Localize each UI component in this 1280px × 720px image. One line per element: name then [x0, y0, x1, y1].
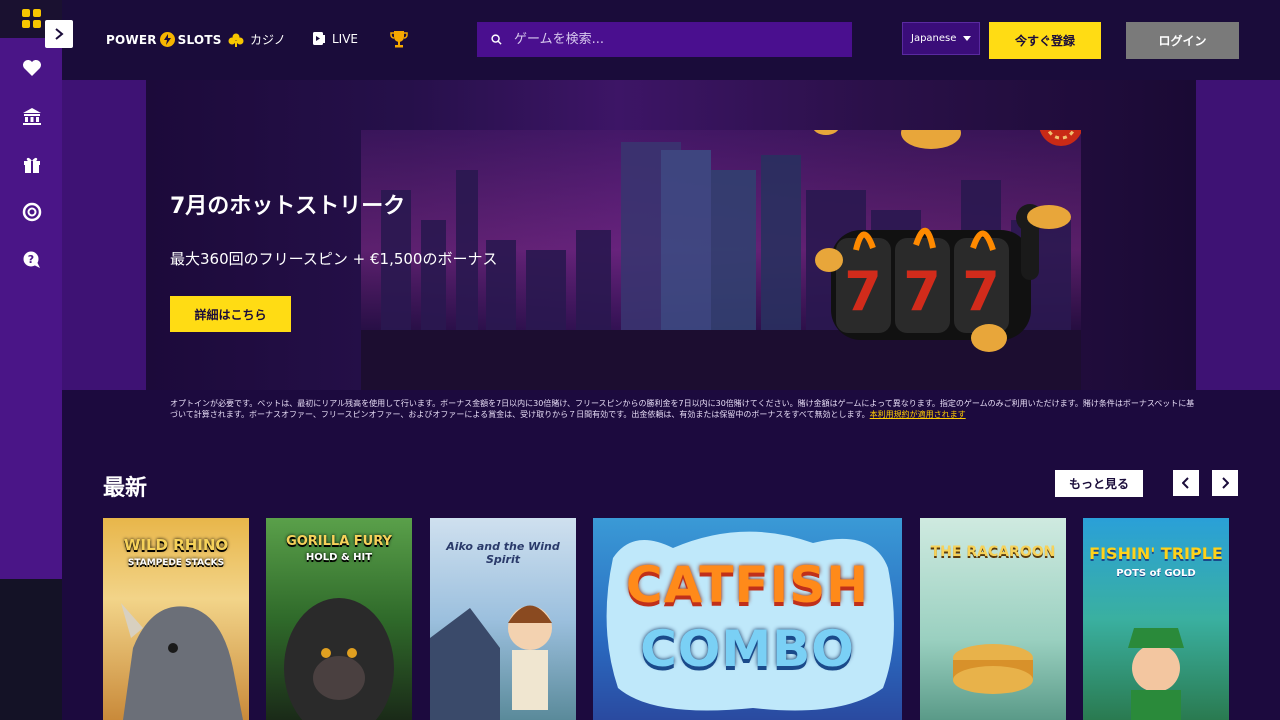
nav-live[interactable]: LIVE	[312, 31, 358, 46]
caret-down-icon	[963, 36, 971, 41]
hero-details-button[interactable]: 詳細はこちら	[170, 296, 291, 332]
language-select[interactable]: Japanese	[902, 22, 980, 55]
svg-text:?: ?	[28, 253, 34, 266]
game-tile-fishin-triple[interactable]: FISHIN' TRIPLE POTS of GOLD	[1083, 518, 1229, 720]
top-header: POWER SLOTS カジノ LIVE Japanese 今すぐ登録 ログイン	[62, 0, 1280, 80]
game-search[interactable]	[477, 22, 852, 57]
game-tile-gorilla-fury[interactable]: GORILLA FURY HOLD & HIT	[266, 518, 412, 720]
terms-link[interactable]: 本利用規約が適用されます	[870, 410, 966, 419]
target-icon[interactable]	[20, 200, 44, 224]
brand-text-right: SLOTS	[177, 32, 222, 47]
terms-text: オプトインが必要です。ベットは、最初にリアル残高を使用して行います。ボーナス金額…	[170, 399, 1195, 419]
hero-subtitle: 最大360回のフリースピン + €1,500のボーナス	[170, 250, 498, 268]
brand-logo[interactable]: POWER SLOTS	[106, 32, 222, 47]
bolt-icon	[159, 32, 175, 47]
carousel-prev-button[interactable]	[1173, 470, 1199, 496]
chevron-left-icon	[1182, 477, 1189, 489]
promo-terms: オプトインが必要です。ベットは、最初にリアル残高を使用して行います。ボーナス金額…	[170, 398, 1200, 420]
game-title: Aiko and the Wind Spirit	[446, 540, 560, 566]
bank-icon[interactable]	[20, 104, 44, 128]
sidebar-menu: ?	[0, 38, 62, 579]
nav-casino[interactable]: カジノ	[228, 31, 286, 48]
help-chat-icon[interactable]: ?	[20, 248, 44, 272]
live-cards-icon	[313, 32, 325, 45]
section-title: 最新	[103, 476, 148, 501]
sidebar-expand-button[interactable]	[45, 20, 73, 48]
game-subtitle: HOLD & HIT	[305, 552, 373, 563]
hero-side-right	[1196, 80, 1280, 390]
search-icon	[491, 34, 502, 45]
svg-text:7: 7	[844, 260, 882, 323]
gift-icon[interactable]	[20, 152, 44, 176]
game-tile-wild-rhino[interactable]: WILD RHINO STAMPEDE STACKS	[103, 518, 249, 720]
game-tile-racaroon[interactable]: THE RACAROON	[920, 518, 1066, 720]
game-title: THE RACAROON	[930, 544, 1056, 560]
nav-trophy[interactable]	[389, 29, 409, 49]
hero-side-left	[62, 80, 146, 390]
search-input[interactable]	[514, 32, 814, 47]
svg-text:7: 7	[962, 260, 1000, 323]
show-more-button[interactable]: もっと見る	[1055, 470, 1143, 497]
game-subtitle: COMBO	[640, 620, 855, 678]
game-title: GORILLA FURY	[286, 534, 392, 549]
game-subtitle: STAMPEDE STACKS	[127, 558, 225, 568]
nav-casino-label: カジノ	[250, 33, 286, 47]
grid-menu-icon[interactable]	[22, 9, 42, 29]
game-artwork	[606, 531, 894, 711]
chevron-right-icon	[55, 28, 64, 40]
language-value: Japanese	[911, 33, 957, 44]
game-subtitle: POTS of GOLD	[1116, 568, 1196, 579]
game-title: CATFISH	[625, 556, 870, 614]
chevron-right-icon	[1222, 477, 1229, 489]
heart-icon[interactable]	[20, 56, 44, 80]
trophy-icon	[390, 31, 408, 48]
game-title: WILD RHINO	[123, 536, 229, 554]
game-tile-catfish-combo[interactable]: CATFISH COMBO	[593, 518, 902, 720]
clover-icon	[228, 33, 244, 47]
login-button[interactable]: ログイン	[1126, 22, 1239, 59]
game-title: FISHIN' TRIPLE	[1089, 544, 1223, 563]
left-sidebar: ?	[0, 0, 62, 720]
brand-text-left: POWER	[106, 32, 157, 47]
game-tile-aiko[interactable]: Aiko and the Wind Spirit	[430, 518, 576, 720]
carousel-next-button[interactable]	[1212, 470, 1238, 496]
register-button[interactable]: 今すぐ登録	[989, 22, 1101, 59]
hero-title: 7月のホットストリーク	[170, 194, 406, 219]
nav-live-label: LIVE	[332, 31, 359, 46]
svg-text:7: 7	[903, 260, 941, 323]
promo-banner: 7 7 7 7月のホットストリーク 最大360回のフリースピン + €1,500…	[146, 80, 1196, 390]
